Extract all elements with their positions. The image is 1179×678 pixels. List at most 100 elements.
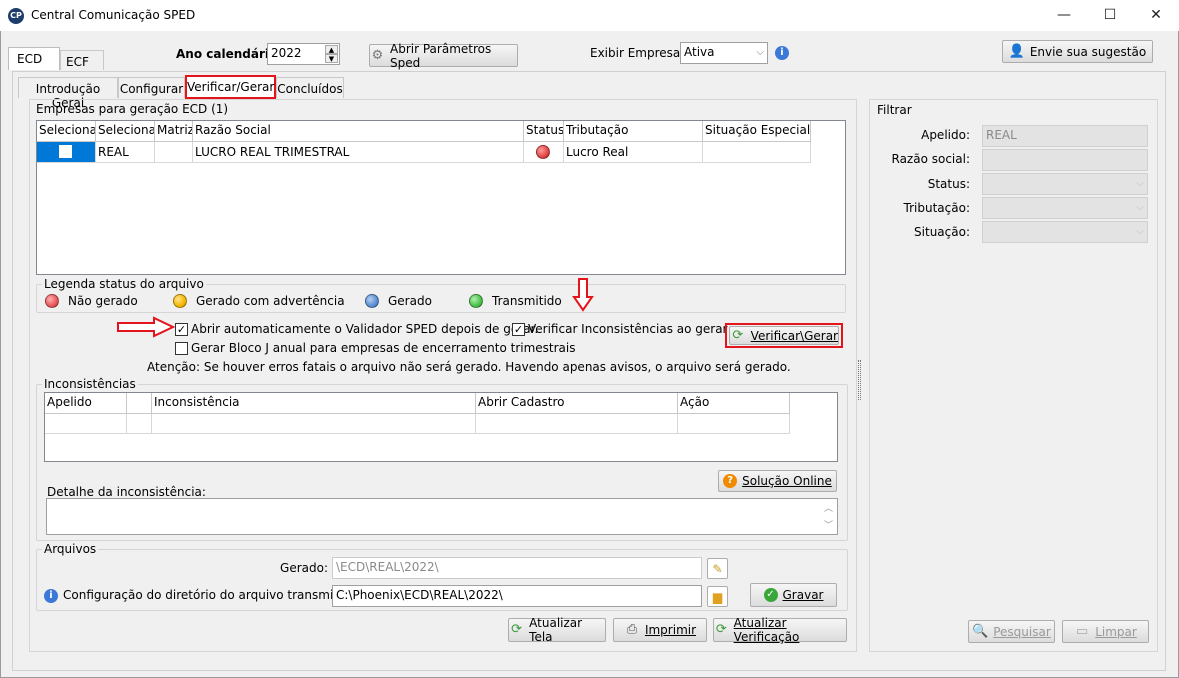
folder-icon: ▆ [712, 589, 723, 604]
status-red-icon [536, 145, 550, 159]
minimize-button[interactable]: — [1041, 0, 1087, 31]
suggestion-button[interactable]: 👤 Envie sua sugestão [1002, 40, 1153, 63]
cell-selecionar-2: REAL [96, 142, 155, 163]
year-value: 2022 [271, 46, 302, 60]
files-title: Arquivos [42, 542, 99, 556]
generated-path-field[interactable]: \ECD\REAL\2022\ [332, 557, 702, 579]
filter-situacao-select[interactable]: ⌵ [982, 221, 1148, 243]
legend-generated: Gerado [388, 294, 432, 308]
filter-status-select[interactable]: ⌵ [982, 173, 1148, 195]
transmitted-label: Configuração do diretório do arquivo tra… [63, 588, 361, 602]
filter-razao-field[interactable] [982, 149, 1148, 171]
filter-apelido-field[interactable]: REAL [982, 125, 1148, 147]
tab-concluidos[interactable]: Concluídos [276, 77, 344, 98]
scroll-up-icon[interactable]: ︿ [824, 501, 833, 514]
empty-cell [678, 414, 790, 434]
maximize-button[interactable]: ☐ [1087, 0, 1133, 31]
solution-online-button[interactable]: ? Solução Online [718, 470, 837, 492]
legend-warning: Gerado com advertência [196, 294, 345, 308]
cell-matriz [155, 142, 193, 163]
legend-not-generated-icon [45, 294, 59, 308]
print-button[interactable]: ⎙ Imprimir [613, 618, 707, 642]
chevron-down-icon: ⌵ [1136, 202, 1144, 213]
filter-status-label: Status: [927, 177, 970, 191]
open-validator-label: Abrir automaticamente o Validador SPED d… [191, 322, 539, 336]
col-status[interactable]: Status [524, 121, 564, 142]
printer-icon: ⎙ [626, 622, 638, 637]
window-title: Central Comunicação SPED [31, 8, 196, 22]
person-icon: 👤 [1008, 43, 1025, 59]
info-icon[interactable]: i [775, 46, 789, 60]
open-params-button[interactable]: ⚙ Abrir Parâmetros Sped [369, 42, 518, 70]
verify-generate-button[interactable]: ⟳ Verificar\Gerar [729, 326, 839, 345]
legend-generated-icon [365, 294, 379, 308]
col-acao[interactable]: Ação [678, 393, 790, 414]
red-arrow-down-icon [572, 278, 594, 312]
filter-title: Filtrar [877, 103, 912, 117]
col-tributacao[interactable]: Tributação [564, 121, 703, 142]
cell-razao-social: LUCRO REAL TRIMESTRAL [193, 142, 524, 163]
cell-situacao-especial [703, 142, 811, 163]
tab-ecd[interactable]: ECD [8, 47, 60, 70]
inconsistencies-grid: Apelido Inconsistência Abrir Cadastro Aç… [44, 392, 838, 462]
tab-configurar[interactable]: Configurar [118, 77, 185, 98]
filter-tributacao-select[interactable]: ⌵ [982, 197, 1148, 219]
year-spinner[interactable]: 2022 ▲ ▼ [267, 43, 340, 65]
col-razao-social[interactable]: Razão Social [193, 121, 524, 142]
refresh-screen-button[interactable]: ⟳ Atualizar Tela [508, 616, 606, 644]
close-button[interactable]: ✕ [1133, 0, 1179, 31]
col-matriz[interactable]: Matriz [155, 121, 193, 142]
splitter-handle[interactable] [858, 360, 861, 400]
legend-transmitted: Transmitido [492, 294, 562, 308]
legend-transmitted-icon [469, 294, 483, 308]
show-companies-select[interactable]: Ativa ⌵ [680, 42, 768, 64]
scroll-down-icon[interactable]: ﹀ [824, 518, 833, 531]
col-inconsistencia[interactable]: Inconsistência [152, 393, 476, 414]
tab-verificar-gerar[interactable]: Verificar/Gerar [185, 75, 276, 99]
verify-inconsistencies-checkbox[interactable]: ✓ [512, 323, 525, 336]
companies-grid: Selecionar Selecionar Matriz Razão Socia… [36, 120, 846, 275]
table-row[interactable]: REAL LUCRO REAL TRIMESTRAL Lucro Real [37, 142, 811, 163]
row-select-checkbox[interactable] [59, 145, 72, 158]
clear-button[interactable]: ▭ Limpar [1062, 620, 1149, 643]
check-icon: ✓ [763, 588, 778, 602]
legend-warning-icon [173, 294, 187, 308]
col-apelido[interactable]: Apelido [45, 393, 127, 414]
tab-intro[interactable]: Introdução Geral [18, 77, 118, 110]
refresh-icon: ⟳ [732, 327, 744, 343]
inconsistencies-title: Inconsistências [42, 377, 138, 391]
refresh-icon: ⟳ [715, 622, 727, 637]
detail-label: Detalhe da inconsistência: [47, 485, 206, 499]
spin-down-icon[interactable]: ▼ [325, 54, 338, 63]
col-blank[interactable] [127, 393, 152, 414]
cell-status [524, 142, 564, 163]
chevron-down-icon: ⌵ [1136, 226, 1144, 237]
edit-icon: ✎ [712, 561, 723, 576]
row-select-cell[interactable] [37, 142, 96, 163]
generate-block-j-checkbox[interactable] [175, 342, 188, 355]
col-situacao-especial[interactable]: Situação Especial [703, 121, 811, 142]
refresh-verification-button[interactable]: ⟳ Atualizar Verificação [713, 616, 847, 644]
refresh-icon: ⟳ [511, 622, 523, 637]
app-logo-icon: CP [8, 8, 24, 24]
transmitted-path-field[interactable]: C:\Phoenix\ECD\REAL\2022\ [332, 585, 702, 607]
col-selecionar-2[interactable]: Selecionar [96, 121, 155, 142]
warning-text: Atenção: Se houver erros fatais o arquiv… [147, 360, 791, 374]
search-icon: 🔍 [972, 623, 989, 639]
tab-ecf[interactable]: ECF [60, 50, 104, 70]
info-icon[interactable]: i [44, 589, 58, 603]
gear-icon: ⚙ [371, 47, 384, 63]
filter-razao-label: Razão social: [891, 152, 971, 166]
search-button[interactable]: 🔍 Pesquisar [968, 620, 1055, 643]
browse-folder-button[interactable]: ▆ [707, 586, 728, 607]
edit-path-button[interactable]: ✎ [707, 558, 728, 579]
col-abrir-cadastro[interactable]: Abrir Cadastro [476, 393, 678, 414]
help-icon: ? [723, 474, 738, 488]
col-selecionar[interactable]: Selecionar [37, 121, 96, 142]
spin-up-icon[interactable]: ▲ [325, 45, 338, 54]
open-validator-checkbox[interactable]: ✓ [175, 323, 188, 336]
save-button[interactable]: ✓ Gravar [750, 583, 837, 607]
detail-textarea[interactable]: ︿ ﹀ [46, 498, 838, 535]
show-companies-value: Ativa [684, 45, 715, 59]
legend-title: Legenda status do arquivo [42, 277, 206, 291]
